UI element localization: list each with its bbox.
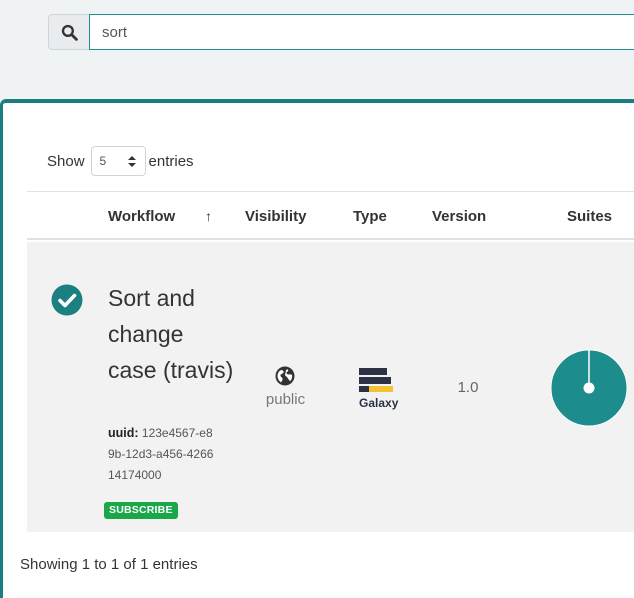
column-suites[interactable]: Suites (567, 208, 612, 225)
table-header: Workflow ↑ Visibility Type Version Suite… (27, 191, 634, 240)
galaxy-logo-text: Galaxy (359, 396, 399, 410)
workflow-uuid: uuid: 123e4567-e89b-12d3-a456-4266141740… (108, 423, 218, 486)
column-type[interactable]: Type (353, 208, 387, 225)
sort-asc-icon[interactable]: ↑ (205, 208, 212, 224)
visibility-label: public (265, 391, 306, 408)
column-visibility[interactable]: Visibility (245, 208, 306, 225)
search-group (48, 14, 634, 50)
workflow-name-link[interactable]: Sort and change case (travis) (108, 280, 238, 388)
search-icon (61, 24, 78, 41)
show-label: Show (47, 152, 85, 170)
globe-icon (275, 366, 295, 386)
column-version[interactable]: Version (432, 208, 486, 225)
search-bar-area (0, 0, 634, 100)
uuid-label: uuid: (108, 426, 139, 440)
version-value: 1.0 (457, 379, 479, 396)
search-input[interactable] (89, 14, 634, 50)
entries-select-value: 5 (99, 154, 107, 168)
suite-chart-icon[interactable] (550, 349, 628, 427)
table-info: Showing 1 to 1 of 1 entries (20, 556, 198, 573)
entries-select[interactable]: 5 (90, 146, 146, 176)
column-workflow[interactable]: Workflow (108, 208, 175, 225)
entries-length-control: Show 5 entries (47, 146, 194, 176)
select-caret-icon (127, 156, 136, 167)
check-circle-icon (51, 284, 83, 316)
entries-label: entries (148, 152, 194, 170)
galaxy-logo: Galaxy (359, 368, 399, 410)
search-button[interactable] (48, 14, 89, 50)
subscribe-button[interactable]: SUBSCRIBE (104, 502, 178, 519)
